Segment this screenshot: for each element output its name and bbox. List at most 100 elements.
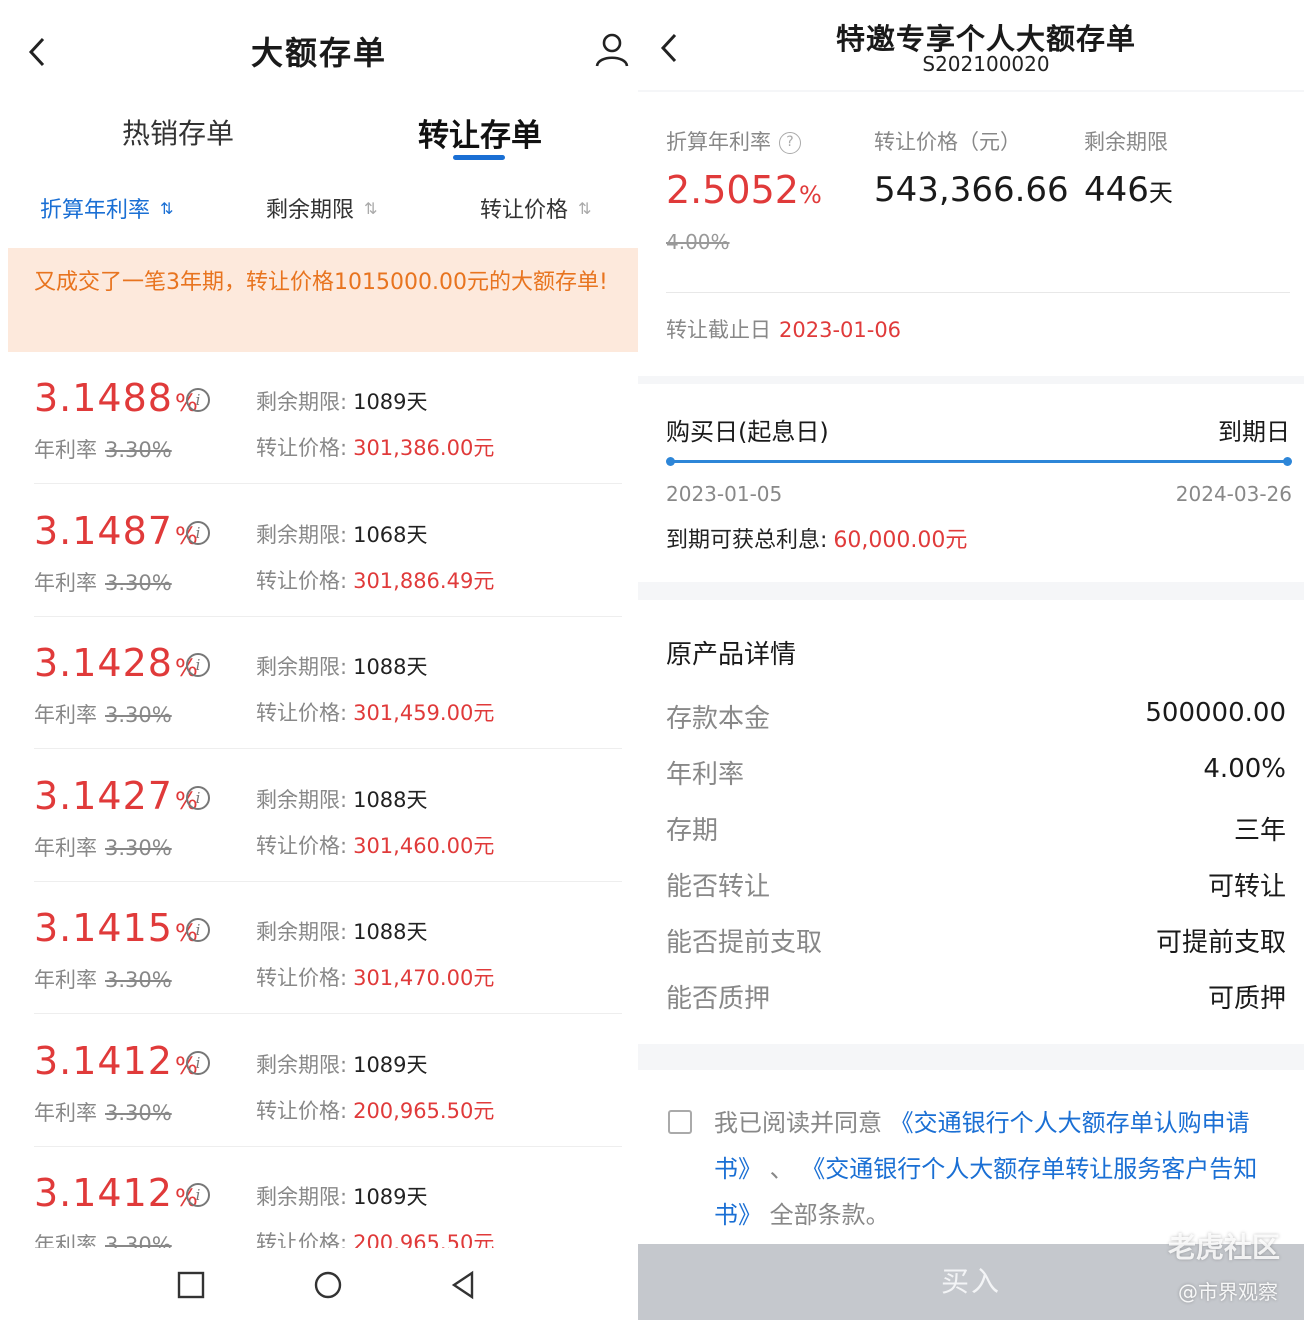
trade-notice-banner: 又成交了一笔3年期，转让价格1015000.00元的大额存单! (8, 248, 638, 352)
remaining-term: 剩余期限: 1089天 (256, 1185, 428, 1209)
transfer-price: 转让价格: 301,459.00元 (256, 701, 495, 725)
transfer-price: 转让价格: 200,965.50元 (256, 1098, 495, 1123)
detail-key: 能否提前支取 (666, 928, 823, 958)
sort-arrows-icon: ⇅ (364, 198, 378, 218)
remaining-term: 剩余期限: 1088天 (256, 655, 428, 679)
watermark-author: @市界观察 (1178, 1280, 1278, 1304)
list-item[interactable]: 3.1415% i 年利率 3.30% 剩余期限: 1088天转让价格: 301,470.0… (0, 882, 638, 1014)
recent-apps-icon[interactable] (176, 1270, 206, 1300)
converted-rate: 3.1415% (34, 906, 198, 950)
info-icon[interactable]: i (186, 653, 210, 677)
converted-rate: 3.1428% (34, 641, 198, 685)
rate-label-group: 折算年利率? (666, 126, 801, 156)
original-product-card: 原产品详情 存款本金 500000.00 年利率 4.00% 存期 三年 能否转让 可转让 能否… (638, 600, 1304, 1044)
agreement-text: 我已阅读并同意 《交通银行个人大额存单认购申请书》 、 《交通银行个人大额存单转… (714, 1109, 1258, 1229)
tab-active-indicator (453, 155, 505, 160)
sort-rate-label: 折算年利率 (40, 198, 151, 223)
remaining-term: 剩余期限: 1089天 (256, 390, 428, 414)
total-interest: 到期可获总利息: 60,000.00元 (666, 528, 968, 553)
summary-card: 折算年利率? 转让价格（元） 剩余期限 2.5052% 543,366.66 4… (638, 92, 1304, 376)
original-rate: 年利率 3.30% (34, 438, 172, 462)
remaining-term: 剩余期限: 1068天 (256, 522, 428, 547)
deposit-detail-screen: 特邀专享个人大额存单 S202100020 折算年利率? 转让价格（元） 剩余期… (638, 0, 1304, 1320)
timeline-start-dot (666, 457, 675, 466)
remaining-term-value: 446天 (1084, 170, 1173, 210)
system-nav-bar (0, 1248, 638, 1320)
timeline-end-dot (1283, 457, 1292, 466)
sort-rate[interactable]: 折算年利率 ⇅ (40, 192, 173, 224)
tab-transfer[interactable]: 转让存单 (418, 110, 542, 155)
transfer-price-value: 543,366.66 (874, 170, 1069, 210)
original-rate: 年利率 3.30% (34, 968, 172, 992)
purchase-date: 2023-01-05 (666, 482, 783, 506)
watermark-logo: 老虎社区 (1167, 1231, 1280, 1264)
list-item[interactable]: 3.1488% i 年利率 3.30% 剩余期限: 1089天转让价格: 301,386.0… (0, 352, 638, 484)
product-code: S202100020 (922, 52, 1050, 76)
transfer-price: 转让价格: 301,470.00元 (256, 966, 495, 990)
transfer-price: 转让价格: 301,886.49元 (256, 568, 495, 593)
info-icon[interactable]: i (186, 1050, 210, 1075)
remaining-term: 剩余期限: 1088天 (256, 787, 428, 812)
info-icon[interactable]: i (186, 520, 210, 545)
deposit-list: 3.1488% i 年利率 3.30% 剩余期限: 1089天 转让价格: 301,386.0… (0, 352, 638, 1252)
converted-rate: 3.1412% (34, 1038, 198, 1083)
remaining-term: 剩余期限: 1088天 (256, 920, 428, 944)
question-icon[interactable]: ? (779, 132, 801, 154)
maturity-date: 2024-03-26 (1175, 482, 1292, 506)
transfer-price: 转让价格: 301,386.00元 (256, 436, 495, 460)
detail-key: 能否转让 (666, 872, 771, 902)
sort-term[interactable]: 剩余期限 ⇅ (266, 192, 377, 224)
agree-checkbox[interactable] (668, 1110, 692, 1134)
info-icon[interactable]: i (186, 785, 210, 810)
converted-rate: 3.1487% (34, 508, 198, 553)
list-item[interactable]: 3.1427% i 年利率 3.30% 剩余期限: 1088天转让价格: 301,460.0… (0, 750, 638, 882)
detail-value: 三年 (1233, 816, 1286, 846)
back-triangle-icon[interactable] (448, 1270, 478, 1300)
list-item[interactable]: 3.1428% i 年利率 3.30% 剩余期限: 1088天 转让价格: 301,459.0… (0, 617, 638, 749)
info-icon[interactable]: i (186, 1183, 210, 1207)
detail-row: 能否转让 可转让 (666, 866, 1286, 906)
detail-key: 存款本金 (666, 704, 771, 734)
converted-rate: 3.1488% (34, 376, 198, 420)
detail-row: 能否质押 可质押 (666, 978, 1286, 1018)
detail-value: 4.00% (1203, 754, 1286, 784)
home-icon[interactable] (313, 1270, 343, 1300)
remaining-term: 剩余期限: 1089天 (256, 1052, 428, 1077)
transfer-deadline: 转让截止日 2023-01-06 (666, 318, 902, 342)
original-rate: 年利率 3.30% (34, 835, 172, 860)
sort-arrows-icon: ⇅ (160, 198, 174, 218)
page-title: 大额存单 (250, 34, 387, 72)
detail-key: 能否质押 (666, 984, 771, 1014)
divider (666, 292, 1290, 293)
sort-arrows-icon: ⇅ (578, 198, 592, 218)
user-icon[interactable] (592, 30, 632, 70)
detail-key: 年利率 (666, 760, 745, 790)
tab-hot-sale[interactable]: 热销存单 (122, 112, 234, 152)
detail-value: 可质押 (1207, 984, 1286, 1014)
detail-row: 年利率 4.00% (666, 754, 1286, 794)
converted-rate-value: 2.5052% (666, 168, 822, 212)
detail-value: 可提前支取 (1155, 928, 1286, 958)
timeline-card: 购买日(起息日) 到期日 2023-01-05 2024-03-26 到期可获总… (638, 384, 1304, 582)
original-rate: 年利率 3.30% (34, 1100, 172, 1125)
list-item[interactable]: 3.1412% i 年利率 3.30% 剩余期限: 1089天转让价格: 200,965.5… (0, 1015, 638, 1147)
sort-term-label: 剩余期限 (266, 198, 355, 223)
transfer-price-label: 转让价格（元） (874, 130, 1021, 154)
top-bar: 大额存单 (0, 0, 638, 92)
detail-row: 能否提前支取 可提前支取 (666, 922, 1286, 962)
transfer-list-screen: 大额存单 热销存单 转让存单 折算年利率 ⇅ 剩余期限 ⇅ 转让价格 ⇅ 又成交了一笔… (0, 0, 638, 1320)
transfer-price: 转让价格: 301,460.00元 (256, 833, 495, 858)
detail-value: 可转让 (1207, 872, 1286, 902)
converted-rate: 3.1412% (34, 1171, 198, 1215)
converted-rate: 3.1427% (34, 773, 198, 818)
agreement-card: 我已阅读并同意 《交通银行个人大额存单认购申请书》 、 《交通银行个人大额存单转… (638, 1070, 1304, 1250)
info-icon[interactable]: i (186, 388, 210, 412)
original-rate: 年利率 3.30% (34, 570, 172, 595)
tab-bar: 热销存单 转让存单 (0, 100, 638, 170)
info-icon[interactable]: i (186, 918, 210, 942)
list-item[interactable]: 3.1412% i 年利率 3.30% 剩余期限: 1089天 转让价格: 200,965.5… (0, 1147, 638, 1252)
remaining-term-label: 剩余期限 (1084, 130, 1168, 154)
list-item[interactable]: 3.1487% i 年利率 3.30% 剩余期限: 1068天转让价格: 301,886.4… (0, 485, 638, 617)
sort-price[interactable]: 转让价格 ⇅ (480, 192, 591, 224)
section-title: 原产品详情 (666, 640, 797, 670)
